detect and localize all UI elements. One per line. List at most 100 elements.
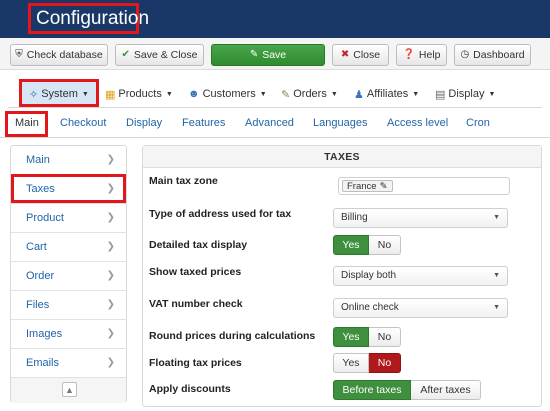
sidebar-item-main[interactable]: Main ❯ (11, 146, 126, 175)
save-button[interactable]: ✎ Save (211, 44, 325, 66)
caret-down-icon: ▼ (259, 90, 267, 98)
caret-down-icon: ▼ (493, 272, 500, 279)
taxes-panel: TAXES Main tax zone France ✎ Type of add… (142, 145, 542, 407)
dashboard-button[interactable]: ◷ Dashboard (454, 44, 531, 66)
address-type-value: Billing (341, 212, 368, 223)
orders-icon: ✎ (281, 88, 291, 101)
dashboard-label: Dashboard (473, 49, 525, 61)
detailed-display-label: Detailed tax display (149, 239, 248, 251)
sidebar-item-label: Cart (26, 241, 47, 253)
show-taxed-prices-label: Show taxed prices (149, 266, 242, 278)
tab-languages[interactable]: Languages (313, 117, 367, 129)
sidebar-item-label: Product (26, 212, 64, 224)
check-database-label: Check database (26, 49, 103, 61)
chevron-right-icon: ❯ (106, 154, 115, 165)
customers-icon: ☻ (188, 88, 200, 100)
sidebar-item-order[interactable]: Order ❯ (11, 262, 126, 291)
vat-check-label: VAT number check (149, 298, 243, 310)
menu-customers[interactable]: ☻ Customers ▼ (188, 86, 267, 102)
detailed-display-no[interactable]: No (369, 235, 401, 255)
save-close-button[interactable]: ✔ Save & Close (115, 44, 204, 66)
check-icon: ✔ (121, 49, 130, 60)
tab-advanced[interactable]: Advanced (245, 117, 294, 129)
check-database-button[interactable]: ⛨ Check database (10, 44, 108, 66)
sidebar-item-images[interactable]: Images ❯ (11, 320, 126, 349)
tab-access-level[interactable]: Access level (387, 117, 448, 129)
close-icon: ✖ (340, 49, 350, 60)
apply-discounts-after[interactable]: After taxes (411, 380, 481, 400)
vat-check-value: Online check (341, 302, 399, 313)
caret-down-icon: ▼ (412, 90, 420, 98)
sidebar-item-cart[interactable]: Cart ❯ (11, 233, 126, 262)
affiliates-icon: ♟ (354, 88, 364, 101)
menu-customers-label: Customers (202, 88, 256, 100)
menu-display[interactable]: ▤ Display ▼ (435, 86, 495, 102)
show-taxed-prices-value: Display both (341, 270, 397, 281)
sidebar-item-emails[interactable]: Emails ❯ (11, 349, 126, 378)
sidebar-item-files[interactable]: Files ❯ (11, 291, 126, 320)
chevron-right-icon: ❯ (106, 357, 115, 368)
caret-down-icon: ▼ (165, 90, 173, 98)
close-label: Close (353, 49, 381, 61)
tax-zone-value: France (347, 180, 377, 192)
show-taxed-prices-select[interactable]: Display both ▼ (333, 266, 508, 286)
tab-checkout[interactable]: Checkout (60, 117, 106, 129)
menu-orders-label: Orders (293, 88, 327, 100)
caret-down-icon: ▼ (493, 304, 500, 311)
address-type-label: Type of address used for tax (149, 208, 292, 220)
menu-orders[interactable]: ✎ Orders ▼ (281, 86, 338, 102)
collapse-icon[interactable]: ▲ (62, 382, 77, 397)
tax-zone-tag[interactable]: France ✎ (342, 180, 393, 192)
floating-tax-label: Floating tax prices (149, 357, 242, 369)
round-prices-no[interactable]: No (369, 327, 401, 347)
menu-system-label: System (41, 88, 78, 100)
sidebar-item-label: Order (26, 270, 55, 282)
vat-check-select[interactable]: Online check ▼ (333, 298, 508, 318)
help-label: Help (418, 49, 441, 61)
sidebar-item-label: Main (26, 154, 50, 166)
menu-affiliates[interactable]: ♟ Affiliates ▼ (354, 86, 419, 102)
round-prices-label: Round prices during calculations (149, 330, 316, 342)
apply-discounts-before[interactable]: Before taxes (333, 380, 411, 400)
floating-tax-no[interactable]: No (369, 353, 401, 373)
tab-main[interactable]: Main (15, 117, 39, 129)
tab-features[interactable]: Features (182, 117, 225, 129)
main-menu: ✧ System ▼ ▦ Products ▼ ☻ Customers ▼ ✎ … (8, 80, 542, 108)
config-tabs: Main Checkout Display Features Advanced … (0, 110, 550, 138)
apply-discounts-label: Apply discounts (149, 383, 231, 395)
apply-discounts-toggle: Before taxes After taxes (333, 380, 481, 400)
sidebar-item-label: Emails (26, 357, 60, 369)
save-label: Save (262, 49, 287, 61)
question-icon: ❓ (402, 49, 415, 60)
menu-products[interactable]: ▦ Products ▼ (105, 86, 173, 102)
chevron-right-icon: ❯ (106, 241, 115, 252)
caret-down-icon: ▼ (493, 214, 500, 221)
panel-title: TAXES (143, 146, 541, 168)
sidebar-item-product[interactable]: Product ❯ (11, 204, 126, 233)
round-prices-yes[interactable]: Yes (333, 327, 369, 347)
edit-icon: ✎ (249, 49, 259, 60)
floating-tax-yes[interactable]: Yes (333, 353, 369, 373)
floating-tax-toggle: Yes No (333, 353, 401, 373)
address-type-select[interactable]: Billing ▼ (333, 208, 508, 228)
round-prices-toggle: Yes No (333, 327, 401, 347)
shield-icon: ⛨ (15, 49, 23, 60)
tab-cron[interactable]: Cron (466, 117, 490, 129)
sidebar-footer: ▲ (11, 378, 126, 403)
sidebar-item-label: Images (26, 328, 63, 340)
wrench-icon: ✧ (29, 88, 39, 101)
sidebar-item-label: Files (26, 299, 50, 311)
caret-down-icon: ▼ (330, 90, 338, 98)
pencil-icon[interactable]: ✎ (380, 181, 388, 192)
tab-display[interactable]: Display (126, 117, 162, 129)
detailed-display-yes[interactable]: Yes (333, 235, 369, 255)
caret-down-icon: ▼ (488, 90, 496, 98)
main-tax-zone-field[interactable]: France ✎ (338, 177, 510, 195)
save-close-label: Save & Close (133, 49, 198, 61)
close-button[interactable]: ✖ Close (332, 44, 389, 66)
chevron-right-icon: ❯ (106, 328, 115, 339)
menu-system[interactable]: ✧ System ▼ (29, 86, 89, 102)
help-button[interactable]: ❓ Help (396, 44, 447, 66)
chevron-right-icon: ❯ (106, 299, 115, 310)
menu-products-label: Products (118, 88, 162, 100)
